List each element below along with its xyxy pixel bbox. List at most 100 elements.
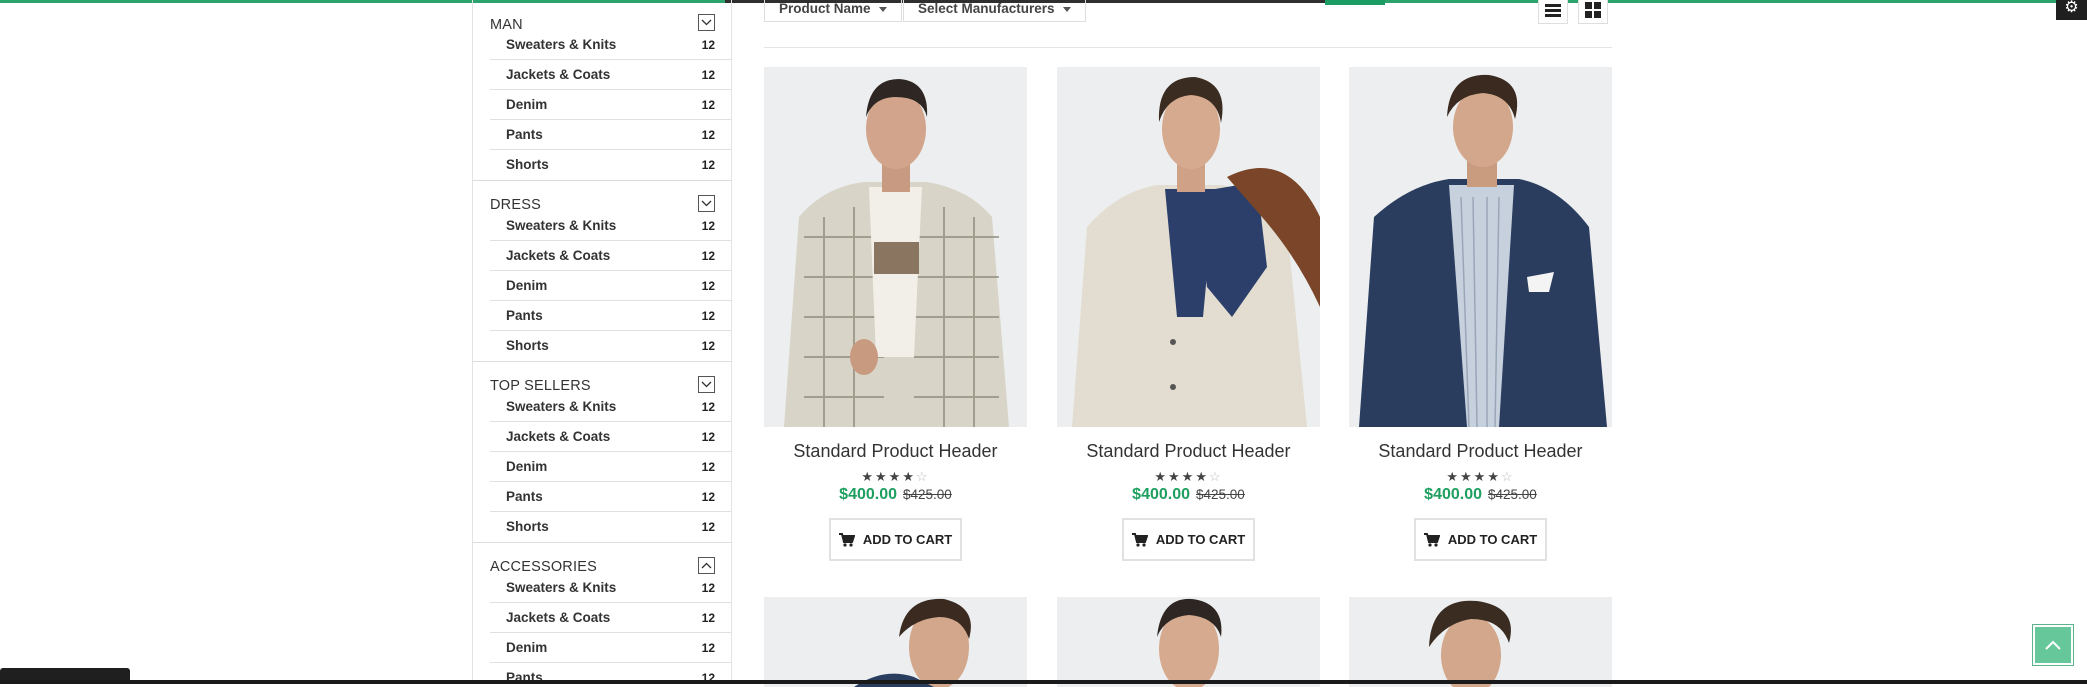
original-price: $425.00	[1196, 487, 1245, 502]
subcategory-count: 12	[701, 641, 715, 655]
sort-dropdown-label: Product Name	[779, 1, 871, 16]
sidebar-subcategory-item[interactable]: Denim 12	[490, 271, 731, 301]
star-icon: ★	[1473, 469, 1488, 484]
cart-icon	[1131, 532, 1148, 547]
subcategory-count: 12	[701, 460, 715, 474]
model-image-partial	[764, 597, 1027, 687]
sidebar-subcategory-item[interactable]: Jackets & Coats 12	[490, 60, 731, 90]
sidebar-subcategory-item[interactable]: Pants 12	[490, 301, 731, 331]
sort-dropdown[interactable]: Product Name	[764, 0, 902, 22]
cart-icon	[838, 532, 855, 547]
product-title[interactable]: Standard Product Header	[1057, 441, 1320, 462]
sidebar-subcategory-item[interactable]: Shorts 12	[490, 150, 731, 180]
sidebar-subcategory-item[interactable]: Denim 12	[490, 90, 731, 120]
product-title[interactable]: Standard Product Header	[1349, 441, 1612, 462]
subcategory-count: 12	[701, 611, 715, 625]
rating-stars: ★★★★☆	[1349, 469, 1612, 485]
star-icon: ★	[1195, 469, 1209, 484]
subcategory-label: Pants	[506, 489, 543, 504]
add-to-cart-button[interactable]: ADD TO CART	[1122, 518, 1255, 561]
subcategory-count: 12	[701, 219, 715, 233]
add-to-cart-button[interactable]: ADD TO CART	[1414, 518, 1547, 561]
star-icon: ★	[861, 469, 876, 484]
product-image[interactable]	[1349, 597, 1612, 687]
product-toolbar: Product Name Select Manufacturers	[764, 0, 1612, 48]
star-icon: ★	[1446, 469, 1461, 484]
subcategory-count: 12	[701, 490, 715, 504]
sidebar-category-header[interactable]: DRESS	[473, 181, 731, 213]
sidebar-subcategory-item[interactable]: Jackets & Coats 12	[490, 603, 731, 633]
model-image-partial	[1057, 597, 1320, 687]
star-empty-icon: ☆	[1208, 469, 1223, 484]
chevron-down-icon[interactable]	[698, 376, 715, 393]
subcategory-count: 12	[701, 520, 715, 534]
subcategory-count: 12	[701, 128, 715, 142]
subcategory-count: 12	[701, 98, 715, 112]
sidebar-subcategory-item[interactable]: Jackets & Coats 12	[490, 422, 731, 452]
product-image[interactable]	[764, 67, 1027, 427]
sidebar-subcategory-item[interactable]: Denim 12	[490, 633, 731, 663]
sidebar-subcategory-item[interactable]: Shorts 12	[490, 512, 731, 542]
subcategory-label: Sweaters & Knits	[506, 37, 617, 52]
subcategory-count: 12	[701, 339, 715, 353]
list-view-button[interactable]	[1538, 0, 1568, 24]
product-image[interactable]	[1057, 597, 1320, 687]
product-card: Standard Product Header ★★★★☆ $400.00 $42…	[1057, 67, 1320, 561]
bottom-border	[0, 680, 2087, 684]
chevron-up-icon[interactable]	[698, 557, 715, 574]
sidebar-subcategory-item[interactable]: Pants 12	[490, 482, 731, 512]
sidebar-subcategory-item[interactable]: Sweaters & Knits 12	[490, 573, 731, 603]
subcategory-count: 12	[701, 309, 715, 323]
product-image[interactable]	[1349, 67, 1612, 427]
subcategory-count: 12	[701, 158, 715, 172]
star-empty-icon: ☆	[1500, 469, 1515, 484]
star-icon: ★	[1460, 469, 1474, 484]
sidebar-subcategory-item[interactable]: Jackets & Coats 12	[490, 241, 731, 271]
chevron-down-icon[interactable]	[698, 195, 715, 212]
product-card: Standard Product Header ★★★★☆ $400.00 $42…	[764, 67, 1027, 561]
product-image[interactable]	[764, 597, 1027, 687]
sidebar-category: DRESS Sweaters & Knits 12 Jackets & Coats 12…	[473, 181, 731, 362]
list-view-icon	[1545, 4, 1561, 17]
rating-stars: ★★★★☆	[1057, 469, 1320, 485]
sidebar-category-header[interactable]: ACCESSORIES	[473, 543, 731, 575]
product-image[interactable]	[1057, 67, 1320, 427]
subcategory-count: 12	[701, 430, 715, 444]
product-title[interactable]: Standard Product Header	[764, 441, 1027, 462]
manufacturer-dropdown[interactable]: Select Manufacturers	[903, 0, 1086, 22]
chevron-up-icon	[2045, 640, 2061, 650]
star-icon: ★	[1181, 469, 1196, 484]
sale-price: $400.00	[1132, 486, 1191, 503]
sidebar-category-header[interactable]: TOP SELLERS	[473, 362, 731, 394]
sidebar-category: ACCESSORIES Sweaters & Knits 12 Jackets & C…	[473, 543, 731, 684]
star-empty-icon: ☆	[915, 469, 930, 484]
sidebar-subcategory-item[interactable]: Sweaters & Knits 12	[490, 30, 731, 60]
sidebar-category: TOP SELLERS Sweaters & Knits 12 Jackets & C…	[473, 362, 731, 543]
sidebar-category-header[interactable]: MAN	[473, 0, 731, 33]
star-icon: ★	[902, 469, 916, 484]
add-to-cart-label: ADD TO CART	[1155, 532, 1246, 547]
subcategory-label: Denim	[506, 278, 548, 293]
add-to-cart-label: ADD TO CART	[1447, 532, 1538, 547]
subcategory-label: Sweaters & Knits	[506, 580, 617, 595]
grid-view-button[interactable]	[1578, 0, 1608, 24]
sidebar-subcategory-item[interactable]: Pants 12	[490, 120, 731, 150]
subcategory-label: Jackets & Coats	[506, 610, 611, 625]
subcategory-label: Sweaters & Knits	[506, 399, 617, 414]
sidebar-subcategory-item[interactable]: Shorts 12	[490, 331, 731, 361]
subcategory-label: Jackets & Coats	[506, 248, 611, 263]
chevron-down-icon[interactable]	[698, 14, 715, 31]
scroll-to-top-button[interactable]	[2032, 624, 2074, 666]
sidebar-subcategory-item[interactable]: Sweaters & Knits 12	[490, 211, 731, 241]
sidebar-subcategory-item[interactable]: Denim 12	[490, 452, 731, 482]
sidebar-subcategory-item[interactable]: Sweaters & Knits 12	[490, 392, 731, 422]
manufacturer-dropdown-label: Select Manufacturers	[918, 1, 1055, 16]
subcategory-label: Denim	[506, 640, 548, 655]
subcategory-label: Denim	[506, 97, 548, 112]
price-block: $400.00 $425.00	[764, 486, 1027, 504]
settings-gear-icon[interactable]: ⚙	[2056, 0, 2087, 20]
sale-price: $400.00	[1424, 486, 1483, 503]
add-to-cart-label: ADD TO CART	[862, 532, 953, 547]
add-to-cart-button[interactable]: ADD TO CART	[829, 518, 962, 561]
price-block: $400.00 $425.00	[1349, 486, 1612, 504]
